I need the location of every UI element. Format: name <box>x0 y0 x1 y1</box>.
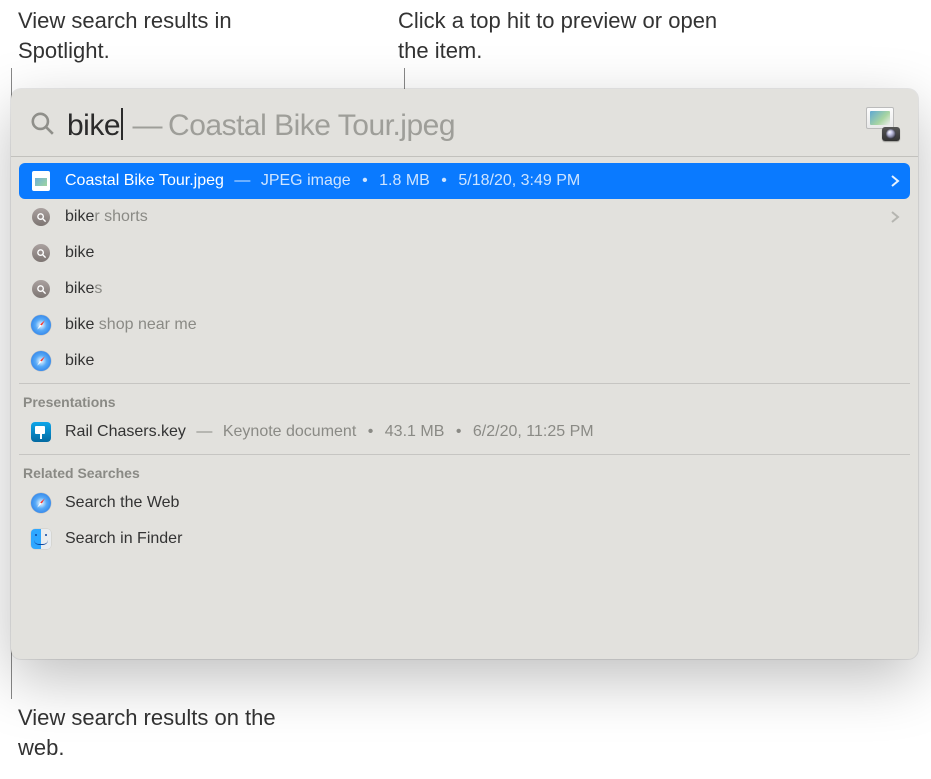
result-bullet: • <box>362 172 368 189</box>
text-cursor <box>121 108 123 140</box>
suggestion-row[interactable]: biker shorts <box>19 199 910 235</box>
suggestion-rest: s <box>94 280 102 297</box>
search-query: bike <box>67 109 120 143</box>
suggestion-typed: bike <box>65 244 94 261</box>
result-size: 43.1 MB <box>385 423 445 440</box>
result-kind: JPEG image <box>261 172 351 189</box>
suggestion-rest: shop near me <box>94 316 196 333</box>
magnifier-icon <box>31 243 51 263</box>
spotlight-search-text: bike — Coastal Bike Tour.jpeg <box>67 103 455 143</box>
result-bullet: • <box>441 172 447 189</box>
result-date: 6/2/20, 11:25 PM <box>473 423 594 440</box>
chevron-right-icon <box>890 174 900 188</box>
spotlight-search-bar[interactable]: bike — Coastal Bike Tour.jpeg <box>11 89 918 157</box>
suggestion-row[interactable]: bikes <box>19 271 910 307</box>
search-completion: Coastal Bike Tour.jpeg <box>168 109 455 143</box>
callout-spotlight-results: View search results in Spotlight. <box>18 6 278 65</box>
image-file-icon <box>31 171 51 191</box>
safari-icon <box>31 351 51 371</box>
suggestion-typed: bike <box>65 280 94 297</box>
result-size: 1.8 MB <box>379 172 430 189</box>
section-header-related: Related Searches <box>11 455 918 485</box>
suggestion-rest: r shorts <box>94 208 147 225</box>
keynote-icon <box>31 422 51 442</box>
related-search-web[interactable]: Search the Web <box>19 485 910 521</box>
result-name: Coastal Bike Tour.jpeg <box>65 172 224 189</box>
search-icon <box>29 110 55 136</box>
suggestion-row[interactable]: bike <box>19 343 910 379</box>
spotlight-window: bike — Coastal Bike Tour.jpeg Coastal Bi… <box>11 89 918 659</box>
safari-icon <box>31 493 51 513</box>
suggestion-typed: bike <box>65 316 94 333</box>
finder-icon <box>31 529 51 549</box>
safari-icon <box>31 315 51 335</box>
suggestion-row[interactable]: bike shop near me <box>19 307 910 343</box>
suggestion-typed: bike <box>65 208 94 225</box>
callout-top-hit: Click a top hit to preview or open the i… <box>398 6 718 65</box>
result-row[interactable]: Rail Chasers.key — Keynote document • 43… <box>19 414 910 450</box>
search-completion-separator: — <box>133 109 163 143</box>
result-separator: — <box>234 172 250 189</box>
result-bullet: • <box>456 423 462 440</box>
related-search-finder[interactable]: Search in Finder <box>19 521 910 557</box>
result-bullet: • <box>368 423 374 440</box>
result-name: Search the Web <box>65 494 179 511</box>
chevron-right-icon <box>890 210 900 224</box>
result-name: Search in Finder <box>65 530 182 547</box>
top-hit-row[interactable]: Coastal Bike Tour.jpeg — JPEG image • 1.… <box>19 163 910 199</box>
suggestion-row[interactable]: bike <box>19 235 910 271</box>
magnifier-icon <box>31 279 51 299</box>
result-separator: — <box>196 423 212 440</box>
suggestion-typed: bike <box>65 352 94 369</box>
preview-app-icon <box>864 105 900 141</box>
result-date: 5/18/20, 3:49 PM <box>458 172 580 189</box>
magnifier-icon <box>31 207 51 227</box>
result-kind: Keynote document <box>223 423 356 440</box>
section-header-presentations: Presentations <box>11 384 918 414</box>
result-name: Rail Chasers.key <box>65 423 186 440</box>
callout-web-results: View search results on the web. <box>18 703 298 762</box>
